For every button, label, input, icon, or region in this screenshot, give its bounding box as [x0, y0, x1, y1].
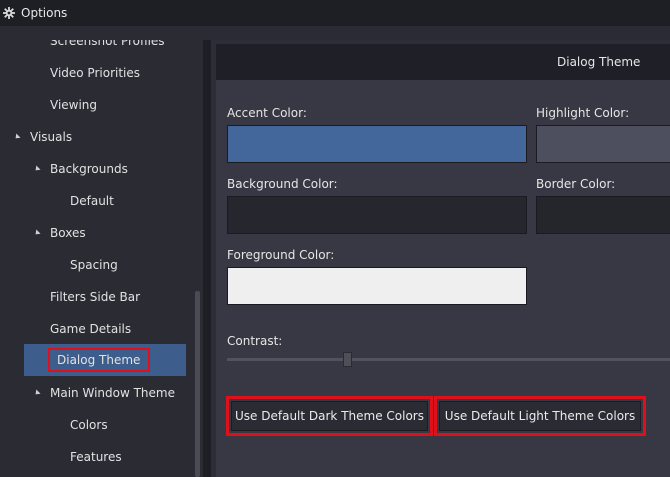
theme-settings: Accent Color: Highlight Color: Backgroun… — [216, 80, 670, 477]
sidebar-item-label: Viewing — [50, 98, 98, 112]
page-title: Dialog Theme — [557, 55, 641, 69]
highlight-color-label: Highlight Color: — [536, 106, 630, 120]
sidebar-item-backgrounds[interactable]: Backgrounds — [0, 156, 190, 182]
sidebar-item-label: Screenshot Profiles — [50, 40, 165, 48]
sidebar-item-video-priorities[interactable]: Video Priorities — [0, 60, 190, 86]
expand-arrow-icon[interactable] — [33, 389, 41, 397]
expand-arrow-icon[interactable] — [13, 133, 21, 141]
sidebar-item-dialog-theme[interactable]: Dialog Theme — [24, 344, 186, 376]
panel-divider[interactable] — [203, 40, 211, 477]
gear-icon — [2, 6, 16, 20]
sidebar-scrollbar-thumb[interactable] — [195, 291, 200, 477]
sidebar-item-colors[interactable]: Colors — [0, 412, 190, 438]
sidebar-item-label: Video Priorities — [50, 66, 141, 80]
expand-arrow-icon[interactable] — [33, 229, 41, 237]
main-panel: Dialog Theme Accent Color: Highlight Col… — [211, 40, 670, 477]
sidebar-item-label: Default — [70, 194, 114, 208]
sidebar-item-label: Filters Side Bar — [50, 290, 141, 304]
title-bar: Options — [0, 0, 670, 26]
sidebar-item-boxes[interactable]: Boxes — [0, 220, 190, 246]
sidebar-item-default[interactable]: Default — [0, 188, 190, 214]
sidebar-item-visuals[interactable]: Visuals — [0, 124, 190, 150]
sidebar-item-spacing[interactable]: Spacing — [0, 252, 190, 278]
use-default-dark-theme-button[interactable]: Use Default Dark Theme Colors — [231, 401, 428, 431]
border-color-label: Border Color: — [536, 177, 616, 191]
foreground-color-label: Foreground Color: — [227, 248, 335, 262]
sidebar-item-main-window-theme[interactable]: Main Window Theme — [0, 380, 190, 406]
contrast-label: Contrast: — [227, 334, 283, 348]
background-color-swatch[interactable] — [227, 196, 527, 234]
background-color-label: Background Color: — [227, 177, 338, 191]
sidebar-tree: Screenshot Profiles Video Priorities Vie… — [0, 40, 203, 477]
accent-color-swatch[interactable] — [227, 125, 527, 163]
options-window: Options Screenshot Profiles Video Priori… — [0, 0, 670, 477]
sidebar-item-label: Dialog Theme — [47, 348, 151, 372]
sidebar-item-label: Colors — [70, 418, 108, 432]
window-title: Options — [21, 6, 68, 20]
sidebar-item-filters-side-bar[interactable]: Filters Side Bar — [0, 284, 190, 310]
sidebar-item-label: Main Window Theme — [50, 386, 175, 400]
foreground-color-swatch[interactable] — [227, 267, 527, 305]
expand-arrow-icon[interactable] — [33, 165, 41, 173]
sidebar-item-label: Spacing — [70, 258, 118, 272]
contrast-slider-thumb[interactable] — [343, 352, 352, 367]
sidebar-item-label: Features — [70, 450, 122, 464]
sidebar-item-label: Visuals — [30, 130, 73, 144]
sidebar-item-features[interactable]: Features — [0, 444, 190, 470]
sidebar-item-game-details[interactable]: Game Details — [0, 316, 190, 342]
sidebar-item-screenshot-profiles[interactable]: Screenshot Profiles — [0, 40, 190, 54]
sidebar-item-label: Backgrounds — [50, 162, 128, 176]
use-default-light-theme-button[interactable]: Use Default Light Theme Colors — [439, 401, 641, 431]
sidebar-item-label: Game Details — [50, 322, 132, 336]
sidebar-item-label: Boxes — [50, 226, 86, 240]
contrast-slider-track[interactable] — [227, 358, 670, 361]
panel-header: Dialog Theme — [216, 44, 670, 80]
border-color-swatch[interactable] — [536, 196, 670, 234]
sidebar-item-viewing[interactable]: Viewing — [0, 92, 190, 118]
accent-color-label: Accent Color: — [227, 106, 307, 120]
highlight-color-swatch[interactable] — [536, 125, 670, 163]
